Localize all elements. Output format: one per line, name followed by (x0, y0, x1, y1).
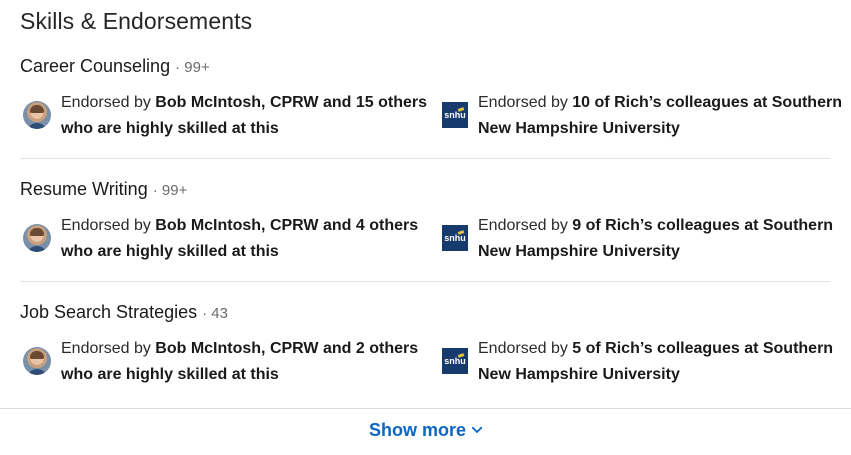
skill-header: Career Counseling · 99+ (20, 56, 210, 77)
endorsement-count[interactable]: · 43 (202, 305, 228, 322)
snhu-logo-icon: snhu (442, 102, 468, 128)
endorse-prefix: Endorsed by (61, 94, 156, 111)
endorse-prefix: Endorsed by (478, 340, 573, 357)
skill-name[interactable]: Resume Writing (20, 179, 148, 199)
skill-header: Job Search Strategies · 43 (20, 302, 228, 323)
avatar[interactable] (23, 101, 51, 129)
endorsement-count[interactable]: · 99+ (153, 182, 188, 199)
endorse-prefix: Endorsed by (61, 340, 156, 357)
endorse-prefix: Endorsed by (478, 94, 573, 111)
endorser-names[interactable]: Bob McIntosh, CPRW and 4 others (155, 217, 418, 234)
endorse-prefix: Endorsed by (61, 217, 156, 234)
skill-name[interactable]: Job Search Strategies (20, 302, 197, 322)
endorser-names[interactable]: Bob McIntosh, CPRW and 2 others (155, 340, 418, 357)
skill-header: Resume Writing · 99+ (20, 179, 187, 200)
colleague-summary[interactable]: snhu Endorsed by 9 of Rich’s colleagues … (442, 213, 833, 265)
school-name[interactable]: New Hampshire University (478, 120, 680, 137)
colleague-summary[interactable]: snhu Endorsed by 10 of Rich’s colleagues… (442, 90, 842, 142)
divider (20, 158, 830, 159)
section-title: Skills & Endorsements (20, 8, 253, 34)
endorse-suffix: who are highly skilled at this (61, 243, 279, 260)
endorser-summary[interactable]: Endorsed by Bob McIntosh, CPRW and 2 oth… (23, 336, 418, 388)
endorse-suffix: who are highly skilled at this (61, 120, 279, 137)
skill-item: Resume Writing · 99+ Endorsed by Bob McI… (0, 179, 851, 289)
show-more-button[interactable]: Show more (0, 420, 851, 441)
colleague-count[interactable]: 5 of Rich’s colleagues at Southern (572, 340, 833, 357)
skill-name[interactable]: Career Counseling (20, 56, 170, 76)
footer-divider (0, 408, 851, 409)
endorsement-count[interactable]: · 99+ (175, 59, 210, 76)
avatar[interactable] (23, 224, 51, 252)
show-more-label: Show more (368, 420, 466, 440)
endorse-prefix: Endorsed by (478, 217, 573, 234)
avatar[interactable] (23, 347, 51, 375)
chevron-down-icon (472, 427, 482, 433)
colleague-summary[interactable]: snhu Endorsed by 5 of Rich’s colleagues … (442, 336, 833, 388)
colleague-count[interactable]: 10 of Rich’s colleagues at Southern (572, 94, 842, 111)
school-name[interactable]: New Hampshire University (478, 243, 680, 260)
endorser-summary[interactable]: Endorsed by Bob McIntosh, CPRW and 4 oth… (23, 213, 418, 265)
endorse-suffix: who are highly skilled at this (61, 366, 279, 383)
colleague-count[interactable]: 9 of Rich’s colleagues at Southern (572, 217, 833, 234)
divider (20, 281, 830, 282)
school-name[interactable]: New Hampshire University (478, 366, 680, 383)
endorser-names[interactable]: Bob McIntosh, CPRW and 15 others (155, 94, 427, 111)
skill-item: Job Search Strategies · 43 Endorsed by B… (0, 302, 851, 412)
endorser-summary[interactable]: Endorsed by Bob McIntosh, CPRW and 15 ot… (23, 90, 427, 142)
skill-item: Career Counseling · 99+ Endorsed by Bob … (0, 56, 851, 166)
snhu-logo-icon: snhu (442, 225, 468, 251)
snhu-logo-icon: snhu (442, 348, 468, 374)
